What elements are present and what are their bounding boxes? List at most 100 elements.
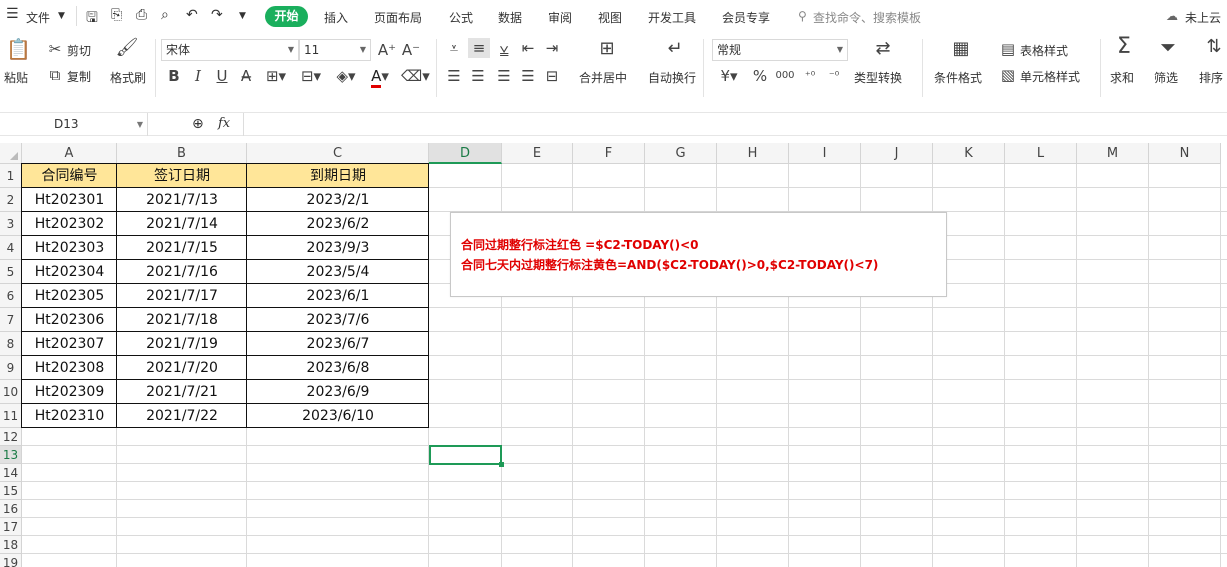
- zoom-icon[interactable]: ⊕: [192, 116, 204, 132]
- tab-home[interactable]: 开始: [265, 6, 308, 27]
- save-icon[interactable]: 🖫: [86, 7, 98, 31]
- currency-button[interactable]: ¥▾: [716, 66, 742, 86]
- table-cell[interactable]: Ht202301: [22, 188, 117, 212]
- merge-center-button[interactable]: 合并居中: [579, 69, 627, 86]
- column-header-l[interactable]: L: [1005, 143, 1077, 164]
- column-header-c[interactable]: C: [247, 143, 429, 164]
- table-header-cell[interactable]: 合同编号: [22, 164, 117, 188]
- row-header-19[interactable]: 19: [0, 554, 22, 567]
- eraser-icon[interactable]: ⌫▾: [401, 66, 430, 86]
- type-convert-button[interactable]: 类型转换: [854, 69, 902, 86]
- bold-button[interactable]: B: [165, 66, 183, 86]
- table-style-icon[interactable]: ▤: [999, 39, 1017, 59]
- export-icon[interactable]: ⎘: [111, 7, 122, 23]
- tab-review[interactable]: 审阅: [548, 9, 572, 26]
- align-left-icon[interactable]: ☰: [444, 66, 464, 86]
- table-cell[interactable]: Ht202307: [22, 332, 117, 356]
- table-cell[interactable]: 2023/6/7: [247, 332, 429, 356]
- row-header-5[interactable]: 5: [0, 260, 22, 284]
- cell-style-icon[interactable]: ▧: [999, 65, 1017, 85]
- column-header-n[interactable]: N: [1149, 143, 1221, 164]
- merge-cells-icon[interactable]: ⊞: [594, 39, 620, 59]
- undo-icon[interactable]: ↶: [186, 7, 198, 23]
- menu-file[interactable]: 文件: [26, 9, 50, 26]
- tab-page-layout[interactable]: 页面布局: [374, 9, 422, 26]
- table-cell[interactable]: 2023/9/3: [247, 236, 429, 260]
- table-cell[interactable]: Ht202304: [22, 260, 117, 284]
- scissors-icon[interactable]: ✂: [46, 39, 64, 59]
- conditional-format-icon[interactable]: ▦: [948, 39, 974, 59]
- table-header-cell[interactable]: 签订日期: [117, 164, 247, 188]
- column-header-j[interactable]: J: [861, 143, 933, 164]
- fill-handle[interactable]: [499, 462, 504, 467]
- row-header-13[interactable]: 13: [0, 446, 22, 464]
- column-header-i[interactable]: I: [789, 143, 861, 164]
- table-cell[interactable]: 2023/2/1: [247, 188, 429, 212]
- table-cell[interactable]: 2021/7/15: [117, 236, 247, 260]
- row-header-4[interactable]: 4: [0, 236, 22, 260]
- increase-decimal-icon[interactable]: ⁺⁰: [800, 66, 820, 86]
- table-cell[interactable]: 2021/7/18: [117, 308, 247, 332]
- row-header-17[interactable]: 17: [0, 518, 22, 536]
- table-cell[interactable]: 2021/7/14: [117, 212, 247, 236]
- table-cell[interactable]: 2021/7/20: [117, 356, 247, 380]
- cut-button[interactable]: 剪切: [67, 42, 91, 59]
- increase-font-icon[interactable]: A⁺: [377, 40, 397, 60]
- decrease-decimal-icon[interactable]: ⁻⁰: [824, 66, 844, 86]
- table-cell[interactable]: Ht202302: [22, 212, 117, 236]
- table-cell[interactable]: 2023/6/1: [247, 284, 429, 308]
- cell-fill-icon[interactable]: ⊟▾: [297, 66, 325, 86]
- table-cell[interactable]: 2021/7/21: [117, 380, 247, 404]
- cloud-icon[interactable]: ☁: [1166, 9, 1178, 23]
- formula-input[interactable]: [243, 113, 1227, 136]
- justify-icon[interactable]: ☰: [518, 66, 538, 86]
- tab-formulas[interactable]: 公式: [449, 9, 473, 26]
- fx-button[interactable]: fx: [218, 116, 230, 131]
- row-header-18[interactable]: 18: [0, 536, 22, 554]
- tab-view[interactable]: 视图: [598, 9, 622, 26]
- select-all-corner[interactable]: [0, 143, 22, 164]
- table-cell[interactable]: 2021/7/17: [117, 284, 247, 308]
- table-cell[interactable]: 2021/7/13: [117, 188, 247, 212]
- table-cell[interactable]: 2023/7/6: [247, 308, 429, 332]
- table-cell[interactable]: 2023/5/4: [247, 260, 429, 284]
- align-top-icon[interactable]: ⩡: [444, 38, 464, 58]
- distribute-icon[interactable]: ⊟: [542, 66, 562, 86]
- sort-button[interactable]: 排序: [1199, 69, 1223, 86]
- column-header-k[interactable]: K: [933, 143, 1005, 164]
- table-cell[interactable]: Ht202303: [22, 236, 117, 260]
- chevron-down-icon[interactable]: ▼: [58, 11, 65, 21]
- align-middle-icon[interactable]: ≡: [468, 38, 490, 58]
- spreadsheet-grid[interactable]: A B C D E F G H I J K L M N 1 2 3 4 5 6 7 8 9 10 11 12 13 14 15 16 17 1…: [0, 143, 1227, 567]
- sort-icon[interactable]: ⇅: [1202, 37, 1226, 57]
- tab-data[interactable]: 数据: [498, 9, 522, 26]
- table-cell[interactable]: Ht202305: [22, 284, 117, 308]
- align-center-icon[interactable]: ☰: [468, 66, 488, 86]
- table-cell[interactable]: Ht202309: [22, 380, 117, 404]
- column-header-e[interactable]: E: [502, 143, 573, 164]
- selected-cell-d13[interactable]: [429, 445, 504, 467]
- print-icon[interactable]: ⎙: [136, 7, 147, 23]
- table-cell[interactable]: Ht202310: [22, 404, 117, 428]
- tab-insert[interactable]: 插入: [324, 9, 348, 26]
- indent-increase-icon[interactable]: ⇥: [542, 38, 562, 58]
- column-header-a[interactable]: A: [22, 143, 117, 164]
- format-painter-icon[interactable]: 🖌: [115, 38, 139, 58]
- font-color-icon[interactable]: A▾: [366, 66, 394, 88]
- table-cell[interactable]: 2021/7/16: [117, 260, 247, 284]
- row-header-12[interactable]: 12: [0, 428, 22, 446]
- row-header-3[interactable]: 3: [0, 212, 22, 236]
- search-icon[interactable]: ⚲: [798, 9, 807, 23]
- row-header-8[interactable]: 8: [0, 332, 22, 356]
- cell-style-button[interactable]: 单元格样式: [1020, 68, 1080, 85]
- table-cell[interactable]: 2021/7/19: [117, 332, 247, 356]
- column-header-g[interactable]: G: [645, 143, 717, 164]
- align-right-icon[interactable]: ☰: [494, 66, 514, 86]
- conditional-format-button[interactable]: 条件格式: [934, 69, 982, 86]
- table-header-cell[interactable]: 到期日期: [247, 164, 429, 188]
- table-cell[interactable]: Ht202308: [22, 356, 117, 380]
- row-header-9[interactable]: 9: [0, 356, 22, 380]
- redo-icon[interactable]: ↷: [211, 7, 223, 23]
- copy-icon[interactable]: ⧉: [46, 65, 64, 85]
- row-header-6[interactable]: 6: [0, 284, 22, 308]
